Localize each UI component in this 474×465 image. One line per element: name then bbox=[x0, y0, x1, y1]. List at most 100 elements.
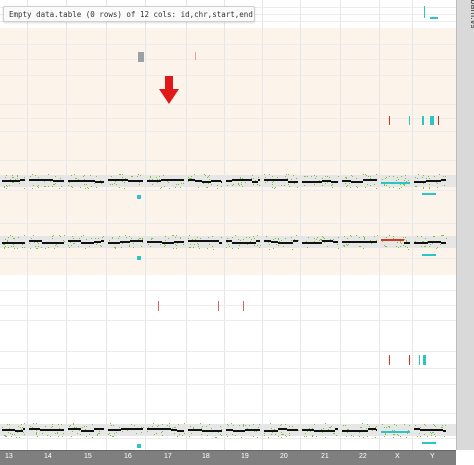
ratio-point bbox=[198, 247, 200, 249]
ratio-point bbox=[5, 238, 7, 240]
ratio-point bbox=[156, 432, 158, 434]
ratio-point bbox=[291, 425, 293, 427]
ratio-point bbox=[344, 245, 346, 247]
ratio-point bbox=[362, 235, 364, 237]
ratio-point bbox=[329, 426, 331, 428]
ratio-point bbox=[131, 423, 133, 425]
ratio-point bbox=[81, 236, 83, 238]
track-label-strip[interactable]: 119G-KNN bbox=[456, 90, 474, 145]
track-label-strip[interactable]: 120G-KNN bbox=[456, 335, 474, 400]
ratio-point bbox=[322, 185, 324, 187]
segment-line bbox=[431, 429, 443, 431]
track-panel[interactable] bbox=[0, 275, 456, 335]
chromosome-tick-label: 20 bbox=[280, 453, 288, 460]
ratio-point bbox=[23, 187, 25, 189]
segment-line bbox=[147, 180, 161, 182]
track-label-strip[interactable]: 1.fq.gz.sam.bam.vs.1.fq.gz.sam.bam.vs bbox=[456, 145, 474, 205]
ratio-point bbox=[79, 434, 81, 436]
ratio-point bbox=[112, 237, 114, 239]
ratio-point bbox=[400, 246, 402, 248]
ratio-point bbox=[248, 236, 250, 238]
ratio-point bbox=[439, 174, 441, 176]
chromosome-tick-label: 18 bbox=[202, 453, 210, 460]
ratio-point bbox=[314, 177, 316, 179]
ratio-point bbox=[365, 174, 367, 176]
ratio-point bbox=[274, 186, 276, 188]
ratio-point bbox=[227, 424, 229, 426]
segment-line bbox=[302, 242, 309, 244]
segment-line bbox=[43, 179, 53, 181]
track-label-strip[interactable]: 120G-HMM bbox=[456, 275, 474, 335]
segment-line bbox=[264, 240, 271, 242]
ratio-point bbox=[434, 426, 436, 428]
ratio-point bbox=[29, 243, 31, 245]
ratio-point bbox=[93, 182, 95, 184]
ratio-point bbox=[304, 435, 306, 437]
ratio-point bbox=[202, 426, 204, 428]
ratio-point bbox=[77, 246, 79, 248]
ratio-point bbox=[4, 247, 6, 249]
ratio-point bbox=[57, 435, 59, 437]
track-label-strip[interactable]: 1.fq.gz.sam.bam bbox=[456, 400, 474, 450]
ratio-point bbox=[137, 174, 139, 176]
ratio-point bbox=[92, 436, 94, 438]
ratio-point bbox=[275, 237, 277, 239]
ratio-point bbox=[350, 236, 352, 238]
ratio-point bbox=[442, 235, 444, 237]
ratio-point bbox=[112, 435, 114, 437]
ratio-point bbox=[226, 246, 228, 248]
ratio-point bbox=[359, 246, 361, 248]
ratio-point bbox=[289, 186, 291, 188]
ratio-point bbox=[381, 424, 383, 426]
segment-line bbox=[68, 180, 83, 182]
ratio-point bbox=[326, 182, 328, 184]
ratio-point bbox=[386, 184, 388, 186]
ratio-point bbox=[282, 246, 284, 248]
ratio-point bbox=[324, 176, 326, 178]
ratio-point bbox=[264, 435, 266, 437]
ratio-point bbox=[13, 237, 15, 239]
ratio-point bbox=[48, 174, 50, 176]
track-label-strip[interactable]: bam.vs bbox=[456, 0, 474, 28]
track-panel[interactable] bbox=[0, 145, 456, 205]
ratio-point bbox=[33, 423, 35, 425]
track-panel[interactable] bbox=[0, 205, 456, 275]
ratio-point bbox=[164, 245, 166, 247]
track-label-strip[interactable]: 1.fq.gz.sam.bam.vs.1.fq.gz.sam.bam.vs bbox=[456, 205, 474, 275]
segment-line bbox=[426, 180, 441, 182]
grid-line bbox=[0, 131, 456, 132]
ratio-point bbox=[121, 174, 123, 176]
segment-line bbox=[195, 180, 202, 182]
track-label-strip[interactable]: 119G-HMM bbox=[456, 28, 474, 90]
ratio-point bbox=[34, 245, 36, 247]
ratio-point bbox=[234, 435, 236, 437]
track-panel[interactable] bbox=[0, 28, 456, 90]
segment-line bbox=[278, 428, 287, 430]
ratio-point bbox=[264, 176, 266, 178]
ratio-point bbox=[156, 177, 158, 179]
segment-line bbox=[264, 179, 279, 181]
track-panel[interactable] bbox=[0, 90, 456, 145]
track-panel[interactable] bbox=[0, 400, 456, 450]
segment-line bbox=[128, 180, 141, 182]
ratio-point bbox=[7, 423, 9, 425]
ratio-point bbox=[228, 245, 230, 247]
ratio-point bbox=[430, 433, 432, 434]
segment-line bbox=[172, 179, 182, 181]
ratio-point bbox=[386, 427, 388, 428]
ratio-point bbox=[397, 178, 399, 180]
ratio-point bbox=[124, 187, 126, 189]
ratio-point bbox=[70, 174, 72, 176]
ratio-point bbox=[232, 237, 234, 239]
track-panel[interactable] bbox=[0, 335, 456, 400]
event-tick bbox=[424, 6, 425, 18]
ratio-point bbox=[118, 186, 120, 188]
ratio-point bbox=[242, 239, 244, 241]
ratio-point bbox=[407, 179, 409, 181]
ratio-point bbox=[41, 247, 43, 249]
ratio-point bbox=[96, 186, 98, 188]
ratio-point bbox=[37, 247, 39, 249]
ratio-point bbox=[220, 237, 222, 239]
ratio-point bbox=[404, 245, 406, 247]
grid-line bbox=[0, 75, 456, 76]
